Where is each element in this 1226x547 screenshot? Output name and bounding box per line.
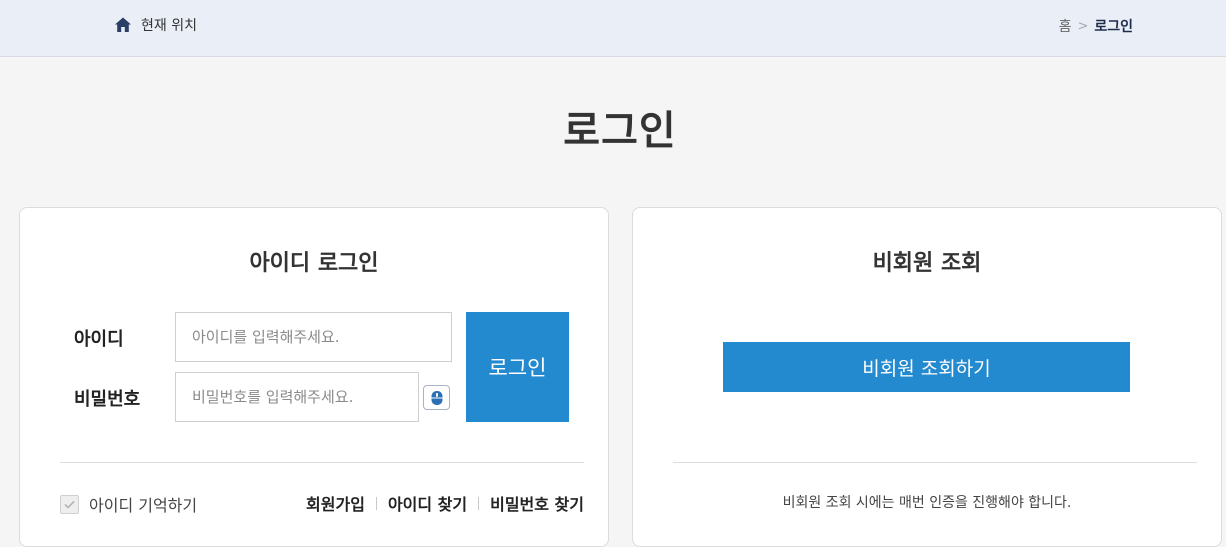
password-label: 비밀번호 [74,389,141,410]
breadcrumb-separator: > [1077,18,1089,34]
divider [60,462,584,463]
divider [673,462,1197,463]
account-links: 회원가입 아이디 찾기 비밀번호 찾기 [306,491,584,515]
page-title: 로그인 [563,108,677,154]
remember-id-label: 아이디 기억하기 [89,496,198,515]
breadcrumb-home[interactable]: 홈 [1059,16,1072,36]
guest-order-note: 비회원 조회 시에는 매번 인증을 진행해야 합니다. [782,495,1072,511]
breadcrumb-current: 로그인 [1094,19,1133,35]
link-separator [478,496,480,510]
remember-id[interactable]: 아이디 기억하기 [60,492,197,516]
guest-order-title: 비회원 조회 [872,251,982,276]
virtual-keyboard-button[interactable] [423,385,450,410]
password-input[interactable] [175,372,419,422]
check-icon [64,500,75,509]
member-login-panel: 아이디 로그인 아이디 비밀번호 로그인 아이디 기억하기 회원가입 아이디 찾… [19,207,609,547]
home-icon [115,17,131,32]
signup-link[interactable]: 회원가입 [306,491,365,515]
breadcrumb: 홈 > 로그인 [1059,16,1133,36]
mouse-keyboard-icon [431,390,442,405]
remember-id-checkbox[interactable] [60,494,79,514]
location-bar: 현재 위치 홈 > 로그인 [0,0,1226,57]
guest-order-button[interactable]: 비회원 조회하기 [723,342,1130,392]
guest-order-panel: 비회원 조회 비회원 조회하기 비회원 조회 시에는 매번 인증을 진행해야 합… [632,207,1222,547]
find-password-link[interactable]: 비밀번호 찾기 [490,491,584,515]
id-label: 아이디 [74,329,124,350]
find-id-link[interactable]: 아이디 찾기 [388,491,467,515]
member-login-title: 아이디 로그인 [249,251,379,276]
link-separator [375,496,377,510]
current-location: 현재 위치 [114,15,197,35]
location-label: 현재 위치 [141,18,197,34]
id-input[interactable] [175,312,452,362]
login-button[interactable]: 로그인 [466,312,569,422]
